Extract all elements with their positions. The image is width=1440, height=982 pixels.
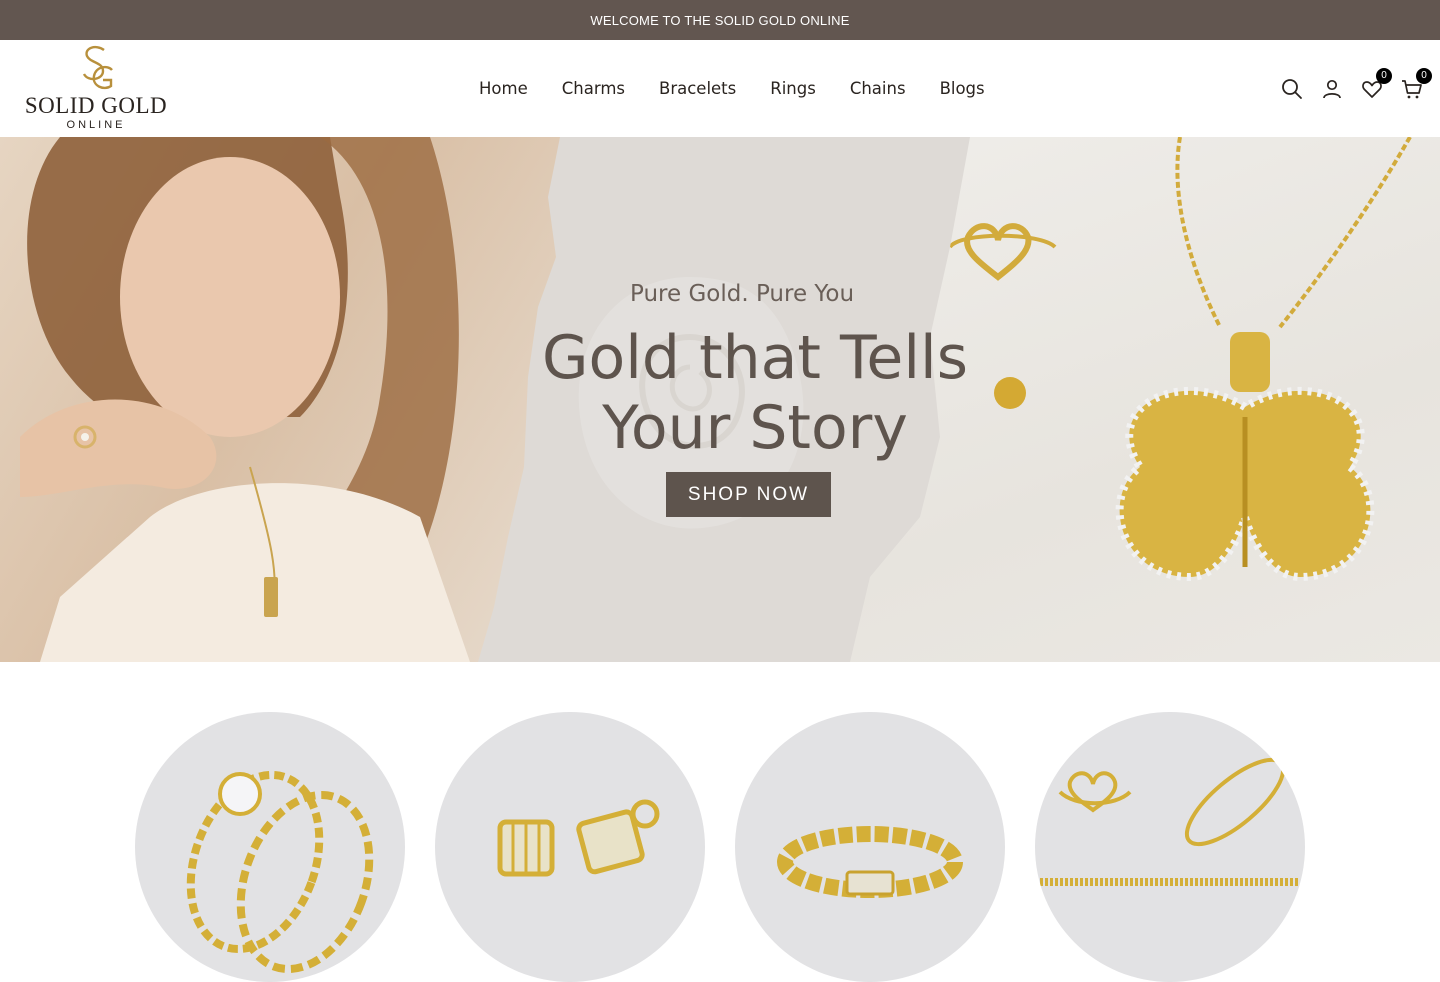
hero-title: Gold that Tells Your Story bbox=[510, 323, 1000, 463]
earrings-image bbox=[497, 799, 660, 877]
shop-now-button[interactable]: SHOP NOW bbox=[666, 472, 831, 517]
hero-model-image bbox=[0, 137, 560, 662]
logo-monogram-icon bbox=[82, 45, 113, 90]
announcement-text: WELCOME TO THE SOLID GOLD ONLINE bbox=[590, 12, 850, 28]
bracelets-image bbox=[777, 826, 963, 898]
announcement-bar: WELCOME TO THE SOLID GOLD ONLINE bbox=[0, 0, 1440, 40]
main-nav: Home Charms Bracelets Rings Chains Blogs bbox=[462, 40, 1002, 137]
nav-bracelets[interactable]: Bracelets bbox=[642, 79, 753, 98]
category-mixed-jewelry[interactable] bbox=[1035, 712, 1305, 982]
rings-image bbox=[186, 770, 374, 974]
cart-count-badge: 0 bbox=[1416, 67, 1432, 84]
header-icons: 0 0 bbox=[1280, 40, 1432, 137]
category-earrings[interactable] bbox=[435, 712, 705, 982]
category-rings[interactable] bbox=[135, 712, 405, 982]
nav-chains[interactable]: Chains bbox=[833, 79, 923, 98]
hero-subtitle: Pure Gold. Pure You bbox=[630, 281, 855, 307]
cart-button[interactable]: 0 bbox=[1400, 67, 1432, 101]
user-icon bbox=[1323, 79, 1341, 98]
search-icon bbox=[1282, 78, 1302, 99]
search-button[interactable] bbox=[1280, 77, 1304, 101]
logo[interactable]: SOLID GOLD ONLINE bbox=[20, 44, 172, 134]
wishlist-button[interactable]: 0 bbox=[1360, 67, 1392, 101]
model-illustration bbox=[20, 137, 470, 662]
nav-blogs[interactable]: Blogs bbox=[923, 79, 1002, 98]
hero-title-line1: Gold that Tells bbox=[542, 323, 968, 393]
category-section bbox=[0, 662, 1440, 982]
nav-home[interactable]: Home bbox=[462, 79, 545, 98]
nav-rings[interactable]: Rings bbox=[753, 79, 833, 98]
logo-text: SOLID GOLD bbox=[24, 93, 168, 118]
hero-banner[interactable]: Pure Gold. Pure You Gold that Tells Your… bbox=[0, 137, 1440, 662]
site-header: SOLID GOLD ONLINE Home Charms Bracelets … bbox=[0, 40, 1440, 137]
logo-subtext: ONLINE bbox=[66, 119, 126, 131]
mixed-jewelry-image bbox=[1040, 757, 1300, 886]
wishlist-count-badge: 0 bbox=[1376, 67, 1392, 84]
account-button[interactable] bbox=[1320, 77, 1344, 101]
nav-charms[interactable]: Charms bbox=[545, 79, 642, 98]
hero-title-line2: Your Story bbox=[602, 393, 908, 463]
category-bracelets[interactable] bbox=[735, 712, 1005, 982]
